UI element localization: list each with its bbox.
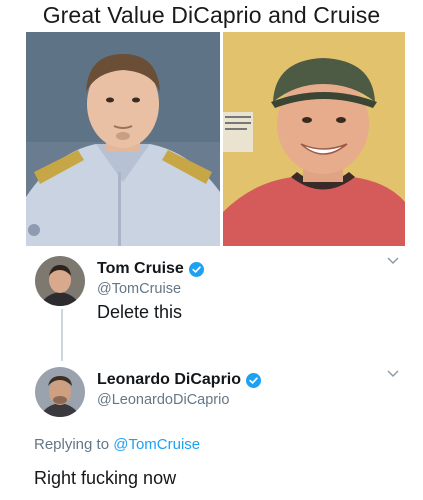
verified-badge-icon xyxy=(246,372,262,388)
tweet-2-display-name[interactable]: Leonardo DiCaprio xyxy=(97,371,241,389)
tweet-1-handle[interactable]: @TomCruise xyxy=(97,281,181,297)
chevron-down-icon[interactable] xyxy=(387,370,399,378)
tom-cruise-avatar[interactable] xyxy=(35,256,85,306)
replying-to-mention[interactable]: @TomCruise xyxy=(113,436,200,453)
verified-badge-icon xyxy=(188,261,204,277)
leonardo-dicaprio-avatar[interactable] xyxy=(35,367,85,417)
thread-line xyxy=(61,309,63,361)
left-photo xyxy=(26,32,220,246)
replying-to-line: Replying to @TomCruise xyxy=(34,436,200,453)
tweet-2-handle[interactable]: @LeonardoDiCaprio xyxy=(97,392,229,408)
chevron-down-icon[interactable] xyxy=(387,257,399,265)
tweet-1-text: Delete this xyxy=(97,302,183,322)
tweet-1-display-name[interactable]: Tom Cruise xyxy=(97,260,184,278)
replying-to-label: Replying to xyxy=(34,436,110,453)
meme-title: Great Value DiCaprio and Cruise xyxy=(42,2,381,28)
right-photo xyxy=(223,32,405,246)
tweet-1-name-row: Tom Cruise xyxy=(97,260,204,278)
tweet-2-name-row: Leonardo DiCaprio xyxy=(97,371,262,389)
tweet-2-text: Right fucking now xyxy=(34,468,177,488)
